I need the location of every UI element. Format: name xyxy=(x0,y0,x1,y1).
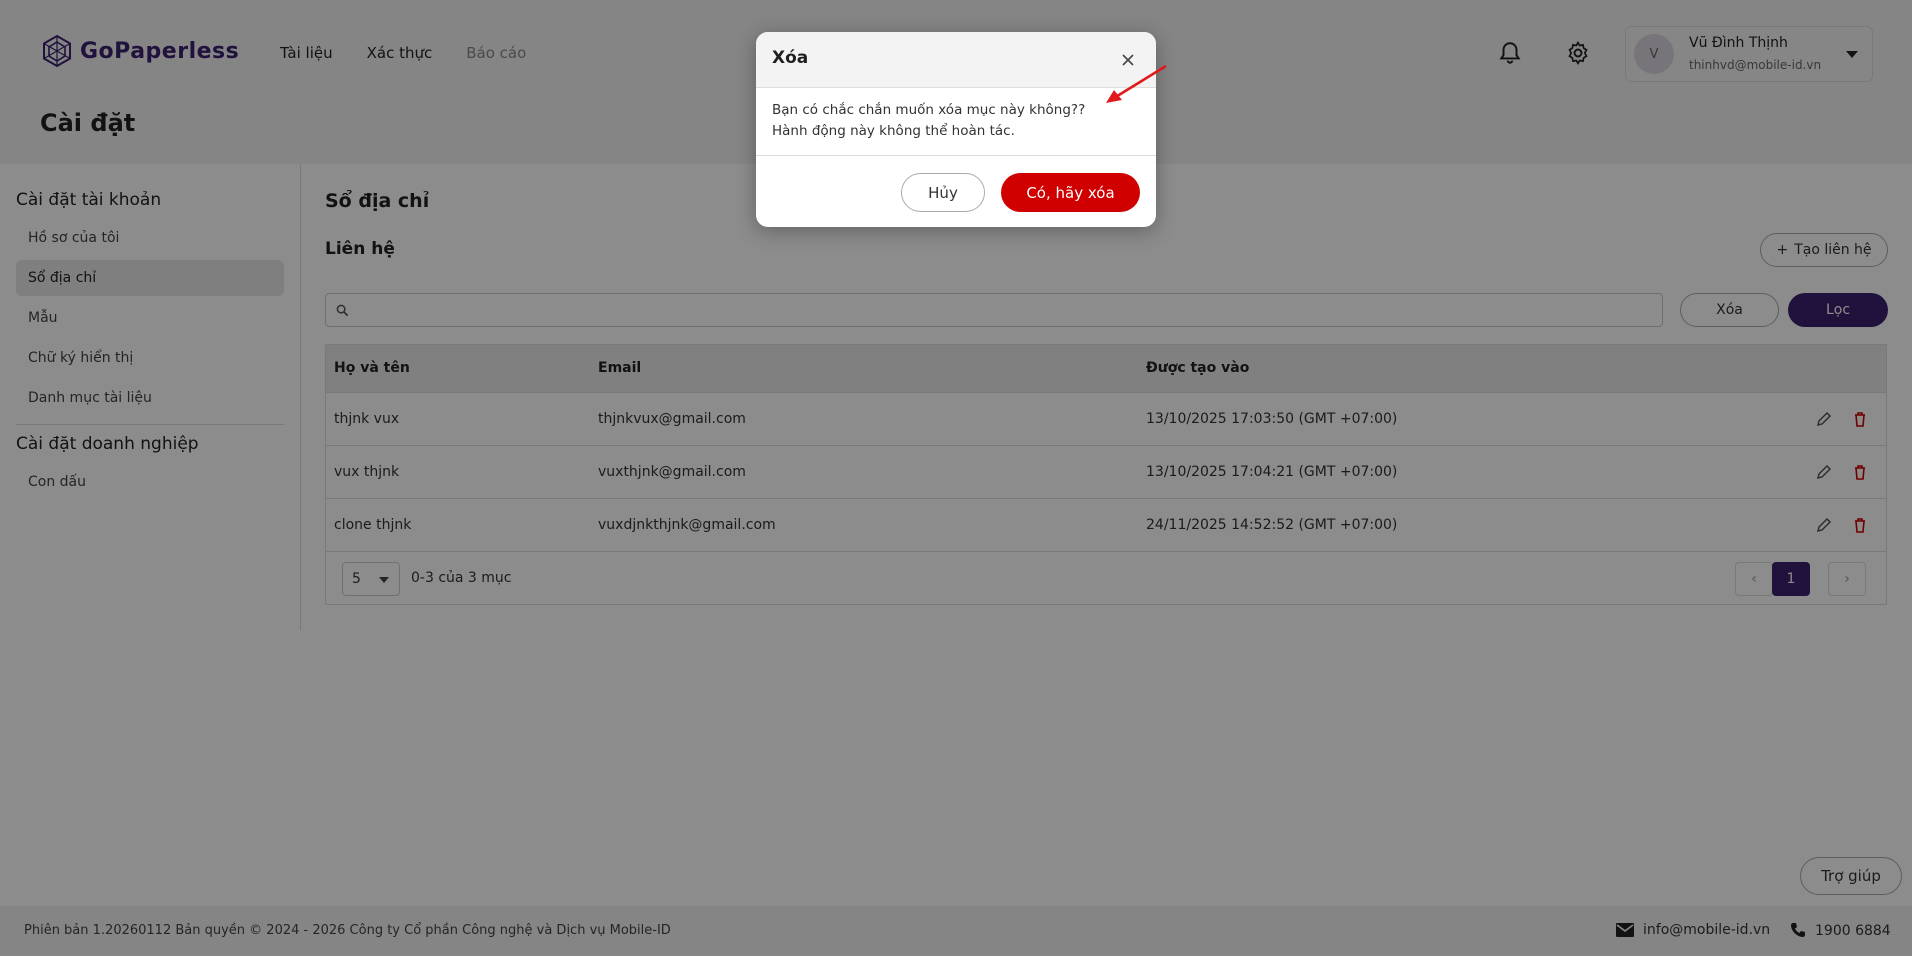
dialog-message-line1: Bạn có chắc chắn muốn xóa mục này không?… xyxy=(772,102,1086,118)
dialog-title: Xóa xyxy=(772,48,809,68)
dialog-divider xyxy=(756,155,1156,156)
dialog-header: Xóa xyxy=(756,32,1156,88)
dialog-message-line2: Hành động này không thể hoàn tác. xyxy=(772,123,1015,139)
cancel-button[interactable]: Hủy xyxy=(901,173,985,212)
confirm-delete-button[interactable]: Có, hãy xóa xyxy=(1001,173,1140,212)
annotation-arrow-icon xyxy=(1106,64,1167,103)
delete-confirm-dialog: Xóa Bạn có chắc chắn muốn xóa mục này kh… xyxy=(756,32,1156,227)
dialog-message: Bạn có chắc chắn muốn xóa mục này không?… xyxy=(772,100,1142,142)
